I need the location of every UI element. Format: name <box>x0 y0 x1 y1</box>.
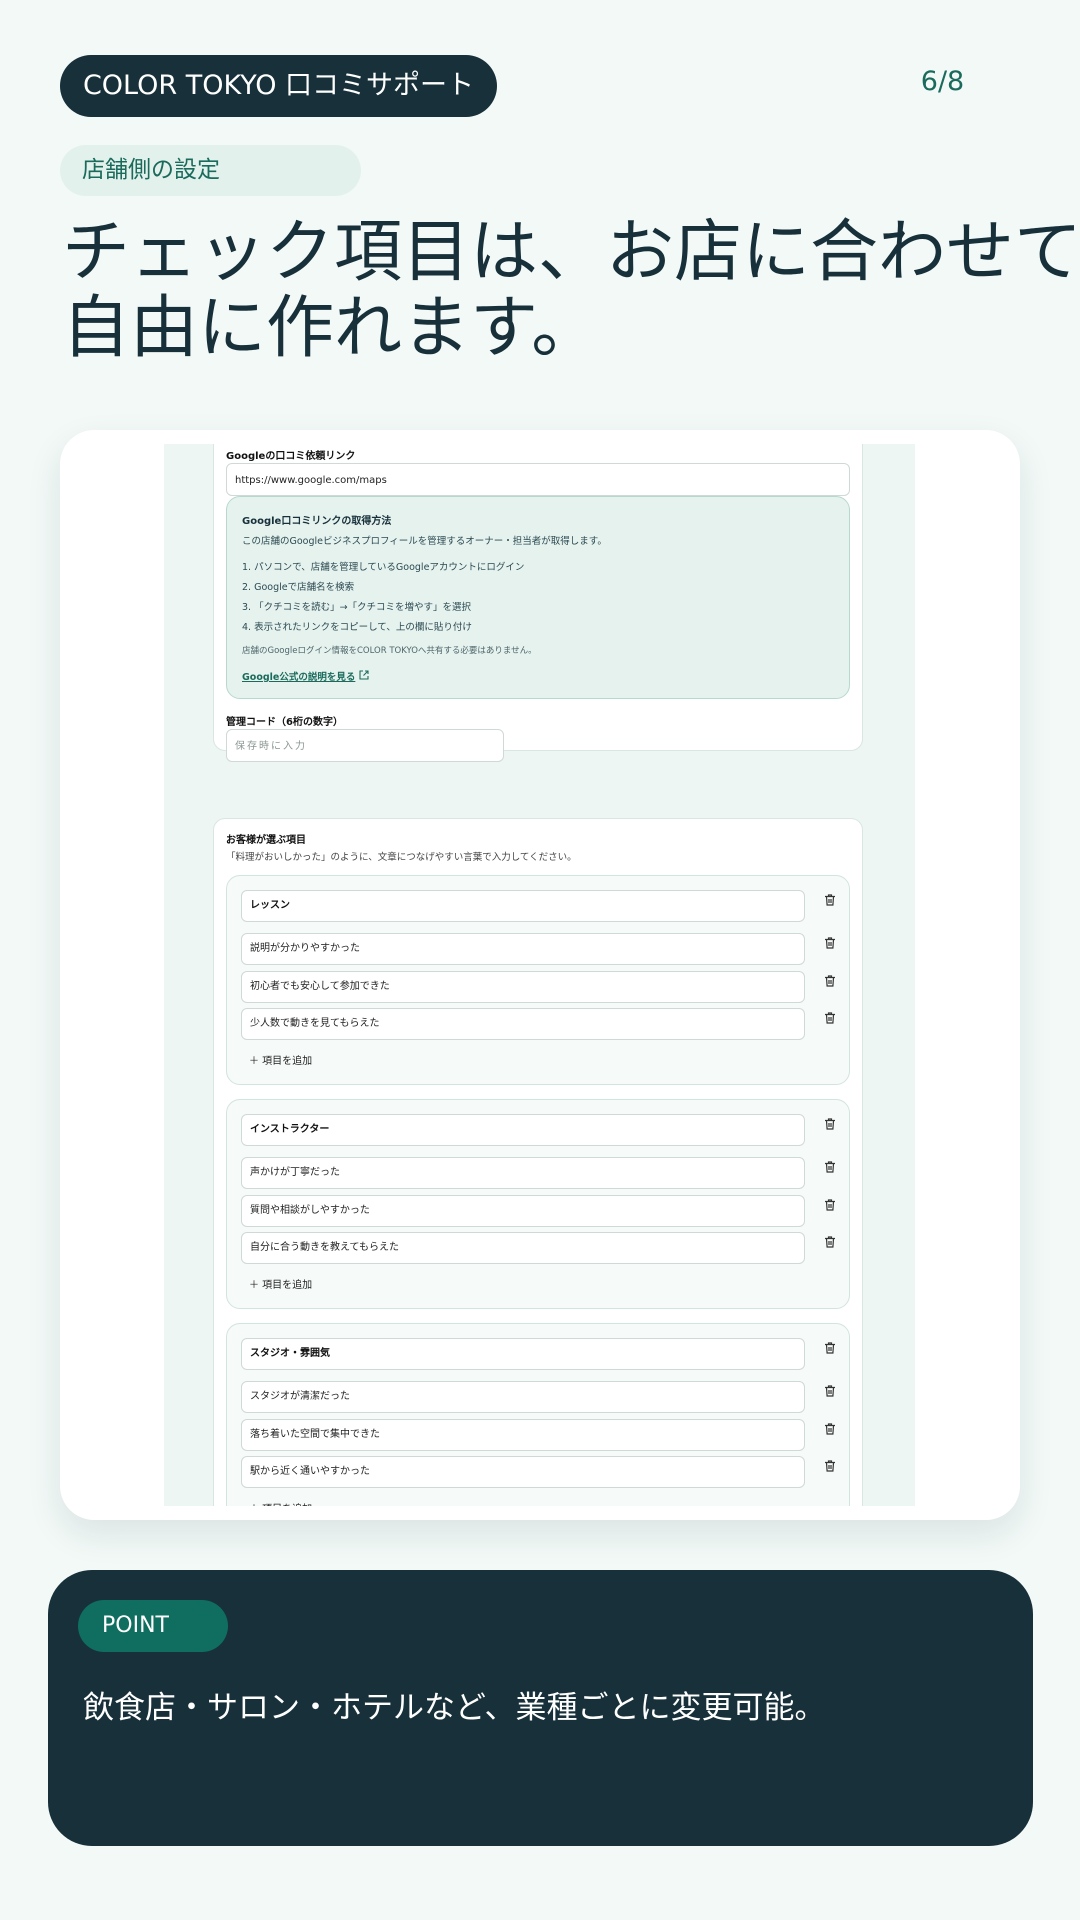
point-badge: POINT <box>78 1600 228 1652</box>
external-link-icon <box>359 670 369 683</box>
settings-screen: Googleの口コミ依頼リンク https://www.google.com/m… <box>164 444 915 1506</box>
trash-icon[interactable] <box>823 1197 841 1215</box>
google-help-link[interactable]: Google公式の説明を見る <box>242 669 369 683</box>
item-group-instructor: インストラクター 声かけが丁寧だった 質問や相談がしやすかった 自分に合う動きを… <box>226 1099 850 1309</box>
trash-icon[interactable] <box>823 1234 841 1252</box>
trash-icon[interactable] <box>823 935 841 953</box>
item-input[interactable]: 落ち着いた空間で集中できた <box>241 1419 805 1451</box>
trash-icon[interactable] <box>823 1159 841 1177</box>
page-counter: 6/8 <box>920 66 965 97</box>
help-step: 3. 「クチコミを読む」→「クチコミを増やす」を選択 <box>242 602 472 613</box>
item-input[interactable]: 初心者でも安心して参加できた <box>241 971 805 1003</box>
item-input[interactable]: 声かけが丁寧だった <box>241 1157 805 1189</box>
help-step: 4. 表示されたリンクをコピーして、上の欄に貼り付け <box>242 622 472 633</box>
trash-icon[interactable] <box>823 1458 841 1476</box>
item-input[interactable]: スタジオが清潔だった <box>241 1381 805 1413</box>
admin-code-label: 管理コード（6桁の数字） <box>226 717 343 728</box>
trash-icon[interactable] <box>823 973 841 991</box>
item-input[interactable]: 質問や相談がしやすかった <box>241 1195 805 1227</box>
google-help-link-label: Google公式の説明を見る <box>242 672 356 683</box>
headline: チェック項目は、お店に合わせて 自由に作れます。 <box>62 213 1080 368</box>
help-step: 1. パソコンで、店舗を管理しているGoogleアカウントにログイン <box>242 562 525 573</box>
store-settings-panel: Googleの口コミ依頼リンク https://www.google.com/m… <box>213 444 863 762</box>
screenshot-card: Googleの口コミ依頼リンク https://www.google.com/m… <box>60 430 1020 1520</box>
google-link-label: Googleの口コミ依頼リンク <box>226 451 356 462</box>
customer-items-panel: お客様が選ぶ項目 「料理がおいしかった」のように、文章につなげやすい言葉で入力し… <box>213 818 863 1506</box>
trash-icon[interactable] <box>823 1421 841 1439</box>
trash-icon[interactable] <box>823 892 841 910</box>
trash-icon[interactable] <box>823 1010 841 1028</box>
help-intro: この店舗のGoogleビジネスプロフィールを管理するオーナー・担当者が取得します… <box>242 536 607 547</box>
point-card: POINT 飲食店・サロン・ホテルなど、業種ごとに変更可能。 <box>48 1570 1033 1846</box>
help-step: 2. Googleで店舗名を検索 <box>242 582 355 593</box>
headline-line-2: 自由に作れます。 <box>62 289 600 368</box>
item-input[interactable]: 自分に合う動きを教えてもらえた <box>241 1232 805 1264</box>
add-item-button[interactable]: ＋ 項目を追加 <box>249 1500 312 1506</box>
google-help-box: Google口コミリンクの取得方法 この店舗のGoogleビジネスプロフィールを… <box>226 496 850 699</box>
point-text: 飲食店・サロン・ホテルなど、業種ごとに変更可能。 <box>83 1690 826 1726</box>
add-item-button[interactable]: ＋ 項目を追加 <box>249 1052 312 1067</box>
admin-code-input[interactable]: 保存時に入力 <box>226 729 504 762</box>
item-group-studio: スタジオ・雰囲気 スタジオが清潔だった 落ち着いた空間で集中できた 駅から近く通… <box>226 1323 850 1506</box>
help-title: Google口コミリンクの取得方法 <box>242 516 392 527</box>
section-chip: 店舗側の設定 <box>60 145 361 196</box>
item-input[interactable]: 説明が分かりやすかった <box>241 933 805 965</box>
item-input[interactable]: 少人数で動きを見てもらえた <box>241 1008 805 1040</box>
add-item-button[interactable]: ＋ 項目を追加 <box>249 1276 312 1291</box>
trash-icon[interactable] <box>823 1383 841 1401</box>
headline-line-1: チェック項目は、お店に合わせて <box>62 213 1080 292</box>
brand-pill: COLOR TOKYO 口コミサポート <box>60 55 497 117</box>
group-name-input[interactable]: スタジオ・雰囲気 <box>241 1338 805 1370</box>
group-name-input[interactable]: レッスン <box>241 890 805 922</box>
item-group-lesson: レッスン 説明が分かりやすかった 初心者でも安心して参加できた 少人数で動きを見… <box>226 875 850 1085</box>
customer-items-title: お客様が選ぶ項目 <box>226 835 306 846</box>
group-name-input[interactable]: インストラクター <box>241 1114 805 1146</box>
help-note: 店舗のGoogleログイン情報をCOLOR TOKYOへ共有する必要はありません… <box>242 646 537 656</box>
customer-items-description: 「料理がおいしかった」のように、文章につなげやすい言葉で入力してください。 <box>226 852 577 863</box>
google-link-input[interactable]: https://www.google.com/maps <box>226 463 850 496</box>
item-input[interactable]: 駅から近く通いやすかった <box>241 1456 805 1488</box>
trash-icon[interactable] <box>823 1340 841 1358</box>
trash-icon[interactable] <box>823 1116 841 1134</box>
